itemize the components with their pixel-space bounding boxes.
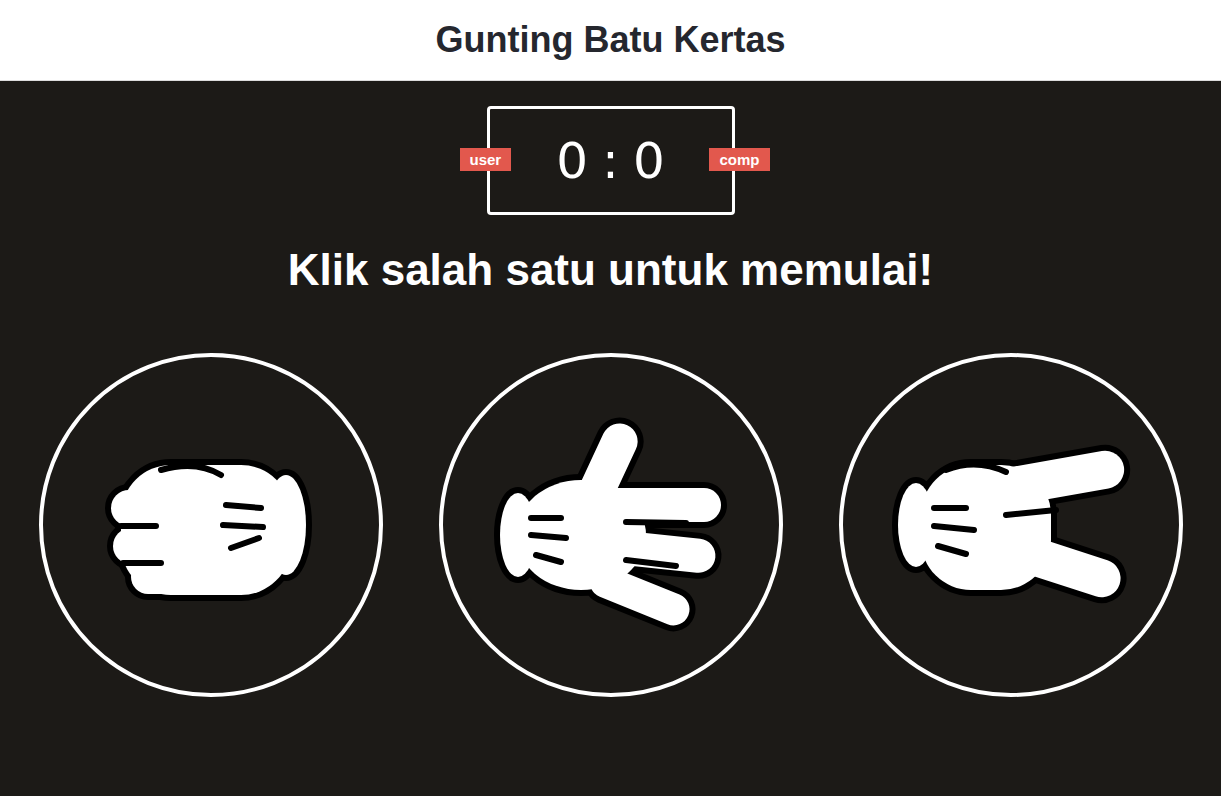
scissors-choice[interactable] bbox=[839, 353, 1183, 697]
rock-icon bbox=[101, 430, 321, 620]
user-badge: user bbox=[460, 148, 512, 171]
paper-choice[interactable] bbox=[439, 353, 783, 697]
user-score: 0 bbox=[556, 132, 588, 190]
scissors-icon bbox=[886, 430, 1136, 620]
app-title: Gunting Batu Kertas bbox=[435, 19, 785, 61]
page: Gunting Batu Kertas user 0 : 0 comp Klik… bbox=[0, 0, 1221, 796]
score-separator: : bbox=[602, 132, 619, 190]
rock-choice[interactable] bbox=[39, 353, 383, 697]
paper-icon bbox=[486, 410, 736, 640]
comp-score: 0 bbox=[633, 132, 665, 190]
comp-badge: comp bbox=[709, 148, 769, 171]
scoreboard: user 0 : 0 comp bbox=[487, 106, 735, 215]
choices bbox=[39, 353, 1183, 697]
header: Gunting Batu Kertas bbox=[0, 0, 1221, 81]
game-board: user 0 : 0 comp Klik salah satu untuk me… bbox=[0, 81, 1221, 796]
score: 0 : 0 bbox=[556, 132, 664, 190]
message: Klik salah satu untuk memulai! bbox=[288, 245, 934, 295]
